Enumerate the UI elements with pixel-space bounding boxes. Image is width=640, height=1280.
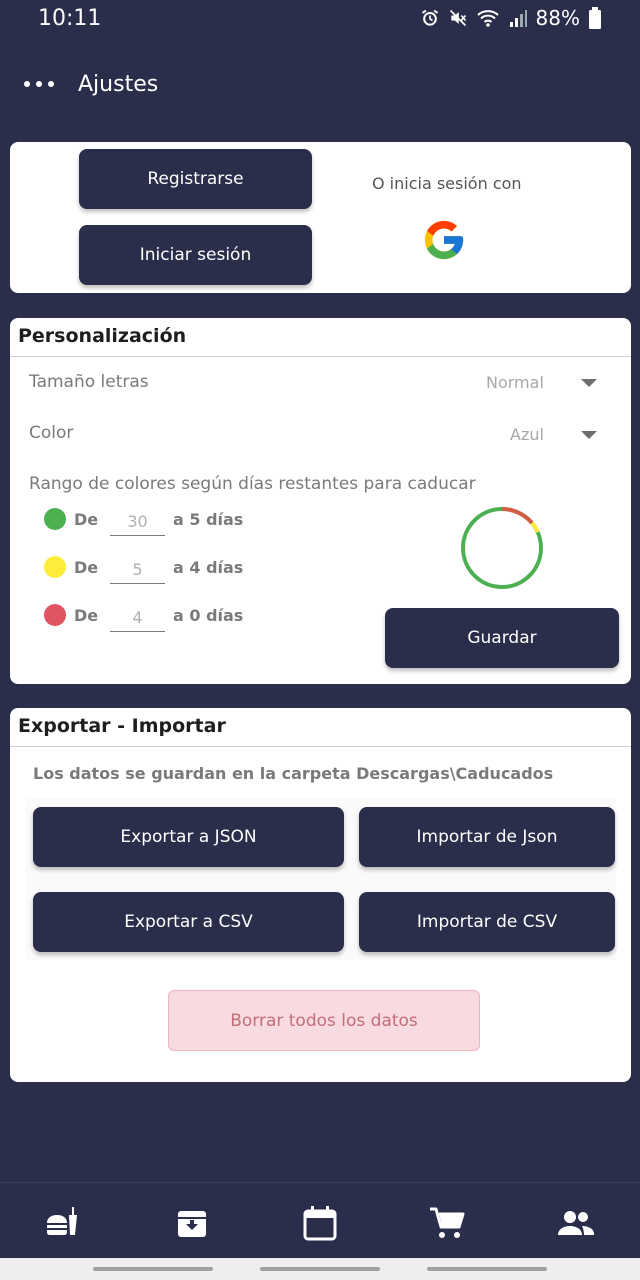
- alarm-icon: [421, 9, 438, 26]
- register-button[interactable]: Registrarse: [79, 149, 312, 209]
- import-json-button[interactable]: Importar de Json: [359, 807, 615, 867]
- color-value: Azul: [510, 425, 544, 444]
- color-label: Color: [29, 423, 74, 443]
- delete-all-button[interactable]: Borrar todos los datos: [168, 990, 480, 1051]
- personalization-header: Personalización: [18, 325, 187, 347]
- cart-icon[interactable]: [427, 1203, 467, 1243]
- range-to-label: a 0 días: [173, 606, 244, 625]
- range-from-label: De: [74, 606, 99, 625]
- range-from-label: De: [74, 510, 99, 529]
- save-button[interactable]: Guardar: [385, 608, 619, 668]
- export-import-card: Exportar - Importar Los datos se guardan…: [10, 708, 631, 1082]
- red-dot: [44, 604, 66, 626]
- status-bar: 10:11 88%: [0, 0, 640, 40]
- signal-icon: [509, 10, 527, 27]
- chevron-down-icon: [581, 379, 597, 387]
- nav-gesture-pill: [260, 1267, 380, 1271]
- range-yellow-input[interactable]: 5: [110, 552, 165, 584]
- chevron-down-icon: [581, 431, 597, 439]
- export-json-button[interactable]: Exportar a JSON: [33, 807, 344, 867]
- font-size-value: Normal: [486, 373, 544, 392]
- color-select[interactable]: Azul: [470, 419, 610, 451]
- food-icon[interactable]: [43, 1203, 83, 1243]
- battery-icon: [589, 7, 601, 29]
- personalization-card: Personalización Tamaño letras Normal Col…: [10, 318, 631, 684]
- range-to-label: a 4 días: [173, 558, 244, 577]
- import-csv-button[interactable]: Importar de CSV: [359, 892, 615, 952]
- status-time: 10:11: [38, 6, 102, 31]
- or-signin-text: O inicia sesión con: [372, 174, 522, 193]
- export-csv-button[interactable]: Exportar a CSV: [33, 892, 344, 952]
- font-size-select[interactable]: Normal: [470, 368, 610, 400]
- signin-button[interactable]: Iniciar sesión: [79, 225, 312, 285]
- calendar-icon[interactable]: [300, 1203, 340, 1243]
- system-nav-bar: [0, 1258, 640, 1280]
- archive-icon[interactable]: [172, 1203, 212, 1243]
- yellow-dot: [44, 556, 66, 578]
- range-green-input[interactable]: 30: [110, 504, 165, 536]
- people-icon[interactable]: [556, 1203, 596, 1243]
- range-red-input[interactable]: 4: [110, 600, 165, 632]
- battery-percent: 88%: [535, 6, 580, 30]
- nav-gesture-pill: [93, 1267, 213, 1271]
- range-to-label: a 5 días: [173, 510, 244, 529]
- export-info-text: Los datos se guardan en la carpeta Desca…: [33, 764, 554, 783]
- mute-icon: [449, 9, 466, 27]
- font-size-label: Tamaño letras: [29, 372, 149, 392]
- bottom-navigation: [0, 1182, 640, 1258]
- nav-gesture-pill: [427, 1267, 547, 1271]
- green-dot: [44, 508, 66, 530]
- page-title: Ajustes: [78, 71, 159, 97]
- export-import-header: Exportar - Importar: [18, 715, 226, 737]
- app-bar: Ajustes: [0, 40, 640, 128]
- range-ring-chart: [461, 506, 543, 589]
- wifi-icon: [476, 10, 499, 27]
- login-card: Registrarse Iniciar sesión O inicia sesi…: [10, 142, 631, 293]
- more-dots-icon[interactable]: [24, 64, 74, 104]
- google-icon[interactable]: [421, 217, 467, 263]
- range-label: Rango de colores según días restantes pa…: [29, 474, 476, 494]
- range-from-label: De: [74, 558, 99, 577]
